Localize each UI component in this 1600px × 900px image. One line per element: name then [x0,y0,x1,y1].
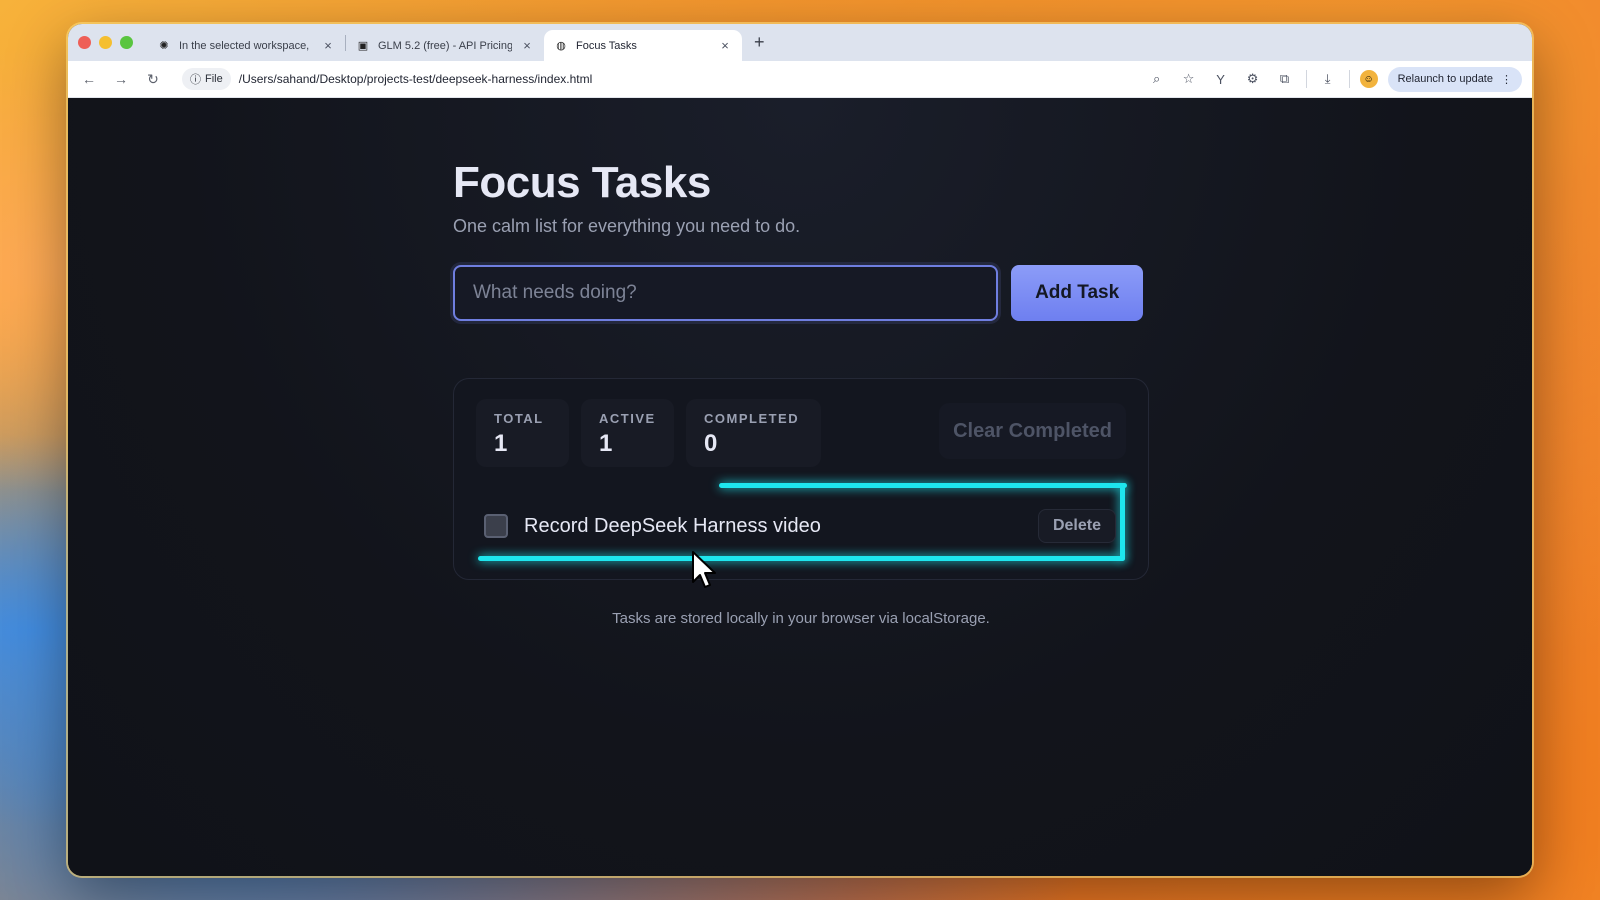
profile-avatar-icon[interactable]: ☺ [1359,70,1378,88]
stat-completed: COMPLETED 0 [686,399,821,467]
y-extension-icon[interactable]: Y [1210,72,1232,87]
back-icon[interactable]: ← [78,71,100,87]
tab-title: In the selected workspace, ru [179,39,313,52]
tab-title: GLM 5.2 (free) - API Pricing & [378,39,512,52]
task-input[interactable] [453,265,999,321]
relaunch-button[interactable]: Relaunch to update ⋮ [1387,66,1522,92]
claude-icon: ✺ [159,40,169,52]
tab-strip: ✺ In the selected workspace, ru × ▣ GLM … [68,24,1532,61]
browser-toolbar: ← → ↻ ⓘ File /Users/sahand/Desktop/proje… [68,61,1532,98]
mouse-cursor-icon [692,551,716,588]
browser-tab-1[interactable]: ✺ In the selected workspace, ru × [147,30,345,61]
zoom-icon[interactable]: ⌕ [1146,71,1168,87]
stat-total-label: TOTAL [494,411,544,426]
focus-highlight-bottom [478,556,1125,561]
delete-task-button[interactable]: Delete [1037,509,1116,543]
tab-title: Focus Tasks [576,39,637,52]
forward-icon[interactable]: → [110,71,132,87]
storage-footnote: Tasks are stored locally in your browser… [612,610,990,627]
tab-close-icon[interactable]: × [718,38,732,53]
openai-extension-icon[interactable]: ⚙ [1242,71,1264,87]
stat-active-label: ACTIVE [599,411,656,426]
page-content: Focus Tasks One calm list for everything… [68,98,1532,876]
add-task-button[interactable]: Add Task [1011,265,1143,321]
more-menu-icon: ⋮ [1501,73,1512,86]
openrouter-icon: ▣ [357,40,369,52]
url-text: /Users/sahand/Desktop/projects-test/deep… [238,72,593,86]
toolbar-divider [1305,70,1307,88]
bookmark-star-icon[interactable]: ☆ [1178,71,1200,87]
browser-tab-3[interactable]: ◍ Focus Tasks × [544,30,742,61]
browser-window: ✺ In the selected workspace, ru × ▣ GLM … [68,24,1532,876]
browser-tab-2[interactable]: ▣ GLM 5.2 (free) - API Pricing & × [346,30,544,61]
globe-icon: ◍ [556,40,566,52]
extensions-puzzle-icon[interactable]: ⧉ [1274,71,1296,87]
focus-highlight-top [719,483,1127,488]
clear-completed-button[interactable]: Clear Completed [939,403,1126,459]
stat-active-value: 1 [599,430,613,457]
page-title: Focus Tasks [453,158,711,207]
new-tab-icon[interactable]: + [754,32,765,53]
tab-close-icon[interactable]: × [321,38,335,53]
minimize-window-button[interactable] [99,36,112,49]
page-subtitle: One calm list for everything you need to… [453,216,801,236]
stat-total-value: 1 [494,430,508,457]
add-task-form: Add Task [453,265,1143,321]
reload-icon[interactable]: ↻ [142,71,164,88]
close-window-button[interactable] [78,36,91,49]
download-icon[interactable]: ⤓ [1317,71,1339,87]
info-icon: ⓘ [190,74,201,86]
task-text: Record DeepSeek Harness video [524,514,821,537]
focus-tasks-app: Focus Tasks One calm list for everything… [453,158,1149,627]
tab-close-icon[interactable]: × [520,38,534,53]
stats-row: TOTAL 1 ACTIVE 1 COMPLETED 0 Clear Compl… [476,399,1126,467]
stat-completed-value: 0 [704,430,718,457]
site-info-chip[interactable]: ⓘ File [182,68,231,90]
site-info-label: File [205,73,223,85]
toolbar-divider [1348,70,1350,88]
stat-completed-label: COMPLETED [704,411,800,426]
relaunch-label: Relaunch to update [1397,73,1493,85]
task-checkbox[interactable] [484,514,508,538]
tasks-panel: TOTAL 1 ACTIVE 1 COMPLETED 0 Clear Compl… [453,378,1149,580]
task-item[interactable]: Record DeepSeek Harness video Delete [476,499,1126,553]
stat-total: TOTAL 1 [476,399,569,467]
stat-active: ACTIVE 1 [581,399,674,467]
maximize-window-button[interactable] [120,36,133,49]
address-bar[interactable]: ⓘ File /Users/sahand/Desktop/projects-te… [174,65,1136,93]
window-controls [78,24,133,61]
